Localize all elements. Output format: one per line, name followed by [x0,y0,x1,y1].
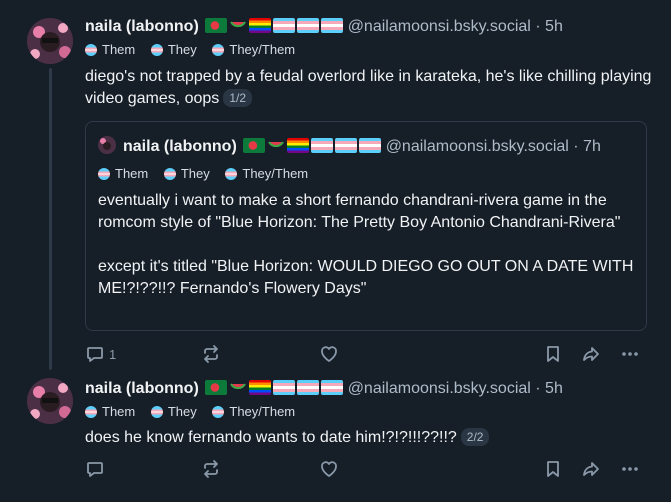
share-icon [583,462,599,476]
avatar[interactable] [27,18,73,64]
trans-heart-icon [212,405,225,418]
post-text: diego's not trapped by a feudal overlord… [85,66,655,110]
thread-badge: 2/2 [460,428,490,446]
watermelon-icon [268,141,285,148]
like-icon [321,346,337,362]
post-time[interactable]: · 5h [535,18,563,35]
quoted-post[interactable]: naila (labonno) @nailamoonsi.bsky.social… [85,121,647,331]
trans-heart-icon [225,167,238,180]
like-icon [321,461,337,477]
bangladesh-flag-icon [205,380,228,395]
pride-flag-icon [287,138,310,153]
pronoun-label: Them [102,42,136,57]
trans-heart-icon [85,43,97,56]
reply-button[interactable] [85,457,109,481]
bookmark-icon [547,461,559,477]
post-1[interactable]: naila (labonno) @nailamoonsi.bsky.social… [0,0,671,370]
reply-count: 1 [109,346,117,362]
pronoun-label: They [167,404,197,419]
trans-flag-icon [311,138,334,153]
pronoun-label: They/Them [242,166,309,181]
bookmark-icon [547,346,559,362]
post-header: naila (labonno) @nailamoonsi.bsky.social… [85,16,563,37]
trans-heart-icon [98,167,110,180]
author-name[interactable]: naila (labonno) [123,138,237,155]
pronoun-label: They/Them [229,404,296,419]
bookmark-button[interactable] [543,457,563,481]
pride-flag-icon [249,18,272,33]
quote-text: eventually i want to make a short fernan… [98,190,638,300]
pronoun-badges: Them They They/Them [85,42,307,59]
pronoun-label: Them [102,404,136,419]
post-2[interactable]: naila (labonno) @nailamoonsi.bsky.social… [0,362,671,502]
trans-heart-icon [212,43,225,56]
quote-paragraph: except it's titled "Blue Horizon: WOULD … [98,258,634,297]
post-body: diego's not trapped by a feudal overlord… [85,68,652,107]
trans-heart-icon [150,43,163,56]
trans-flag-icon [273,380,296,395]
trans-heart-icon [163,167,176,180]
trans-flag-icon [335,138,358,153]
author-name[interactable]: naila (labonno) [85,18,199,35]
author-handle[interactable]: @nailamoonsi.bsky.social [348,18,531,35]
avatar[interactable] [98,136,116,154]
pronoun-badges: Them They They/Them [85,404,307,421]
reply-icon [87,462,103,477]
reply-icon [87,347,103,362]
more-icon [622,467,638,471]
author-handle[interactable]: @nailamoonsi.bsky.social [386,138,569,155]
pronoun-label: Them [115,166,149,181]
pronoun-label: They/Them [229,42,296,57]
post-actions [85,457,655,481]
author-name[interactable]: naila (labonno) [85,380,199,397]
trans-heart-icon [85,405,97,418]
pride-flag-icon [249,380,272,395]
bangladesh-flag-icon [205,18,228,33]
post-time[interactable]: · 5h [535,380,563,397]
thread-badge: 1/2 [223,89,252,107]
post-body: does he know fernando wants to date him!… [85,429,457,446]
watermelon-icon [230,21,247,28]
trans-heart-icon [150,405,163,418]
repost-icon [204,460,218,478]
author-handle[interactable]: @nailamoonsi.bsky.social [348,380,531,397]
post-header: naila (labonno) @nailamoonsi.bsky.social… [85,378,563,399]
pronoun-label: They [167,42,197,57]
repost-button[interactable] [201,457,221,481]
trans-flag-icon [321,380,344,395]
quote-paragraph: eventually i want to make a short fernan… [98,192,621,231]
more-icon [622,352,638,356]
post-text: does he know fernando wants to date him!… [85,427,655,449]
share-icon [583,347,599,361]
watermelon-icon [230,383,247,390]
trans-flag-icon [273,18,296,33]
more-options-button[interactable] [620,457,640,481]
share-button[interactable] [581,457,601,481]
trans-flag-icon [321,18,344,33]
trans-flag-icon [297,380,320,395]
trans-flag-icon [359,138,382,153]
avatar[interactable] [27,378,73,424]
pronoun-badges: Them They They/Them [98,166,320,183]
like-button[interactable] [319,457,339,481]
quote-header: naila (labonno) @nailamoonsi.bsky.social… [123,136,601,157]
pronoun-label: They [180,166,210,181]
trans-flag-icon [297,18,320,33]
post-time[interactable]: · 7h [573,138,601,155]
repost-icon [204,345,218,363]
bangladesh-flag-icon [243,138,266,153]
